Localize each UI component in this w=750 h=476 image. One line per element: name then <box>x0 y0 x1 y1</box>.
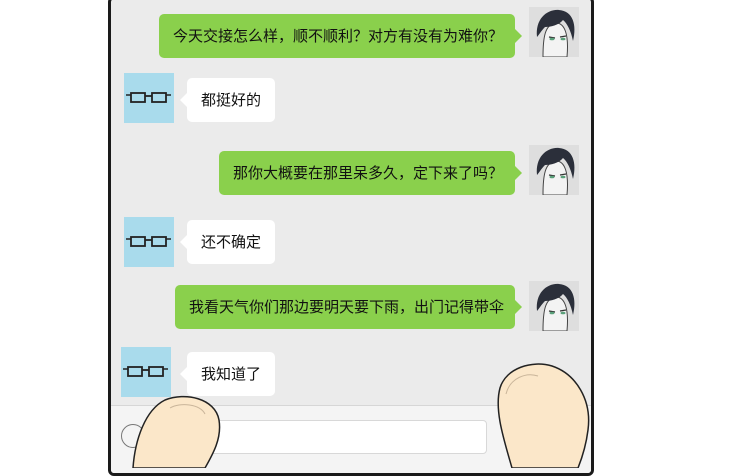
message-text: 那你大概要在那里呆多久，定下来了吗？ <box>233 164 504 182</box>
message-text: 今天交接怎么样，顺不顺利？对方有没有为难你？ <box>173 27 504 45</box>
left-thumb-illustration <box>132 395 221 468</box>
man-portrait-icon <box>529 281 579 331</box>
right-thumb-illustration <box>497 363 590 468</box>
contact-avatar[interactable] <box>124 217 174 267</box>
bubble-tail <box>515 29 522 43</box>
contact-avatar[interactable] <box>124 73 174 123</box>
message-text: 都挺好的 <box>201 91 262 109</box>
glasses-icon <box>126 92 171 103</box>
message-bubble-outgoing[interactable]: 我看天气你们那边要明天要下雨，出门记得带伞 <box>175 285 522 329</box>
self-avatar[interactable] <box>529 281 579 331</box>
message-text: 我知道了 <box>201 365 262 383</box>
message-bubble-outgoing[interactable]: 那你大概要在那里呆多久，定下来了吗？ <box>219 151 522 195</box>
message-bubble-incoming[interactable]: 还不确定 <box>180 220 276 264</box>
self-avatar[interactable] <box>529 7 579 57</box>
message-bubble-outgoing[interactable]: 今天交接怎么样，顺不顺利？对方有没有为难你？ <box>159 14 522 58</box>
self-avatar[interactable] <box>529 145 579 195</box>
bubble-tail <box>180 93 187 107</box>
glasses-icon <box>126 236 171 247</box>
message-bubble-incoming[interactable]: 都挺好的 <box>180 78 276 122</box>
bubble-tail <box>515 166 522 180</box>
message-text: 我看天气你们那边要明天要下雨，出门记得带伞 <box>189 298 505 316</box>
man-portrait-icon <box>529 145 579 195</box>
bubble-tail <box>180 367 187 381</box>
man-portrait-icon <box>529 7 579 57</box>
message-text: 还不确定 <box>201 233 262 251</box>
bubble-tail <box>180 235 187 249</box>
bubble-tail <box>515 300 522 314</box>
